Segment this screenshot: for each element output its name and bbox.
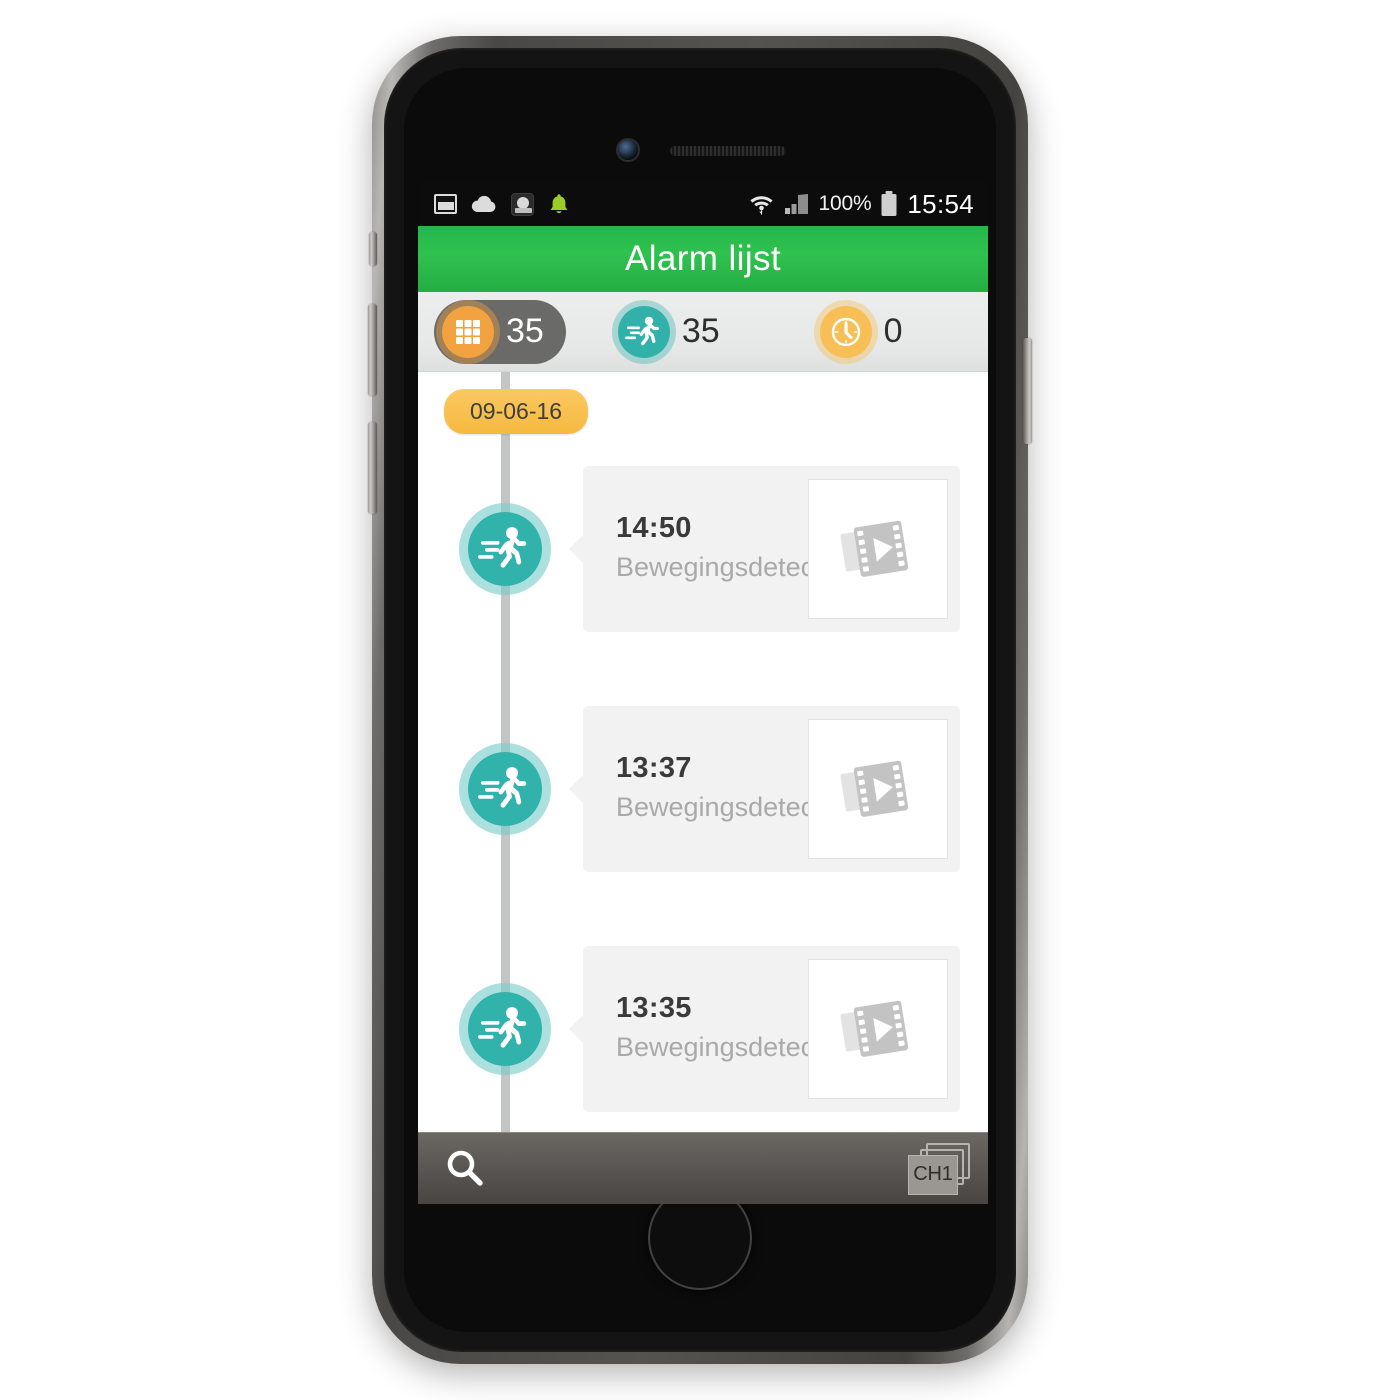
video-clip-icon [840, 520, 909, 577]
date-pill[interactable]: 09-06-16 [444, 389, 589, 434]
front-camera-icon [618, 140, 638, 160]
cloud-upload-icon [471, 195, 496, 212]
event-card[interactable]: 13:35 Bewegingsdetectie [569, 946, 960, 1112]
tab-schedule-count: 0 [883, 312, 903, 350]
bell-icon [550, 194, 568, 214]
page-title: Alarm lijst [624, 239, 782, 278]
list-item[interactable]: 13:35 Bewegingsdetectie [418, 944, 988, 1114]
filter-tab-bar: 35 35 0 [418, 292, 988, 372]
gallery-icon [434, 194, 457, 214]
earpiece-speaker [670, 146, 786, 156]
event-card[interactable]: 13:37 Bewegingsdetectie [569, 706, 960, 872]
tab-motion-count: 35 [681, 312, 720, 350]
tab-schedule-alarms[interactable]: 0 [812, 300, 925, 364]
app-title-bar: Alarm lijst [418, 226, 988, 292]
volume-down-button[interactable] [368, 422, 377, 514]
signal-bars-icon [784, 194, 808, 214]
running-person-icon [617, 305, 670, 358]
event-card[interactable]: 14:50 Bewegingsdetectie [569, 466, 960, 632]
channel-selector-button[interactable]: CH1 [908, 1142, 970, 1195]
grid-icon [442, 305, 494, 358]
wifi-icon [749, 196, 773, 215]
tab-all-alarms[interactable]: 35 [434, 299, 566, 364]
tab-all-count: 35 [506, 312, 544, 350]
running-person-icon [468, 512, 542, 586]
list-item[interactable]: 14:50 Bewegingsdetectie [418, 464, 988, 634]
status-bar-clock: 15:54 [907, 188, 974, 219]
video-clip-icon [840, 760, 909, 817]
status-bar: 100% 15:54 [418, 182, 988, 226]
event-thumbnail[interactable] [808, 959, 948, 1099]
list-item[interactable]: 13:37 Bewegingsdetectie [418, 704, 988, 874]
search-icon[interactable] [442, 1146, 488, 1192]
running-person-icon [468, 752, 542, 826]
event-thumbnail[interactable] [808, 719, 948, 859]
event-thumbnail[interactable] [808, 479, 948, 619]
alarm-list[interactable]: 09-06-16 14:50 Bewegingsdetectie 13:37 B… [418, 372, 988, 1132]
running-person-icon [468, 992, 542, 1066]
clock-icon [819, 305, 872, 358]
bottom-toolbar: CH1 [418, 1132, 988, 1204]
status-bar-system: 100% 15:54 [748, 189, 975, 220]
video-clip-icon [840, 1000, 909, 1057]
screenshot-stage: 100% 15:54 Alarm lijst 35 35 0 09-06-16 … [0, 0, 1400, 1400]
status-bar-notifications [434, 192, 570, 216]
silent-switch[interactable] [369, 232, 377, 266]
tab-motion-alarms[interactable]: 35 [610, 300, 742, 364]
phone-screen: 100% 15:54 Alarm lijst 35 35 0 09-06-16 … [418, 182, 988, 1204]
battery-percent-label: 100% [818, 192, 872, 215]
channel-label: CH1 [908, 1154, 958, 1195]
alecto-app-icon [511, 192, 534, 216]
power-button[interactable] [1023, 338, 1032, 444]
volume-up-button[interactable] [368, 304, 377, 396]
battery-icon [881, 191, 897, 216]
